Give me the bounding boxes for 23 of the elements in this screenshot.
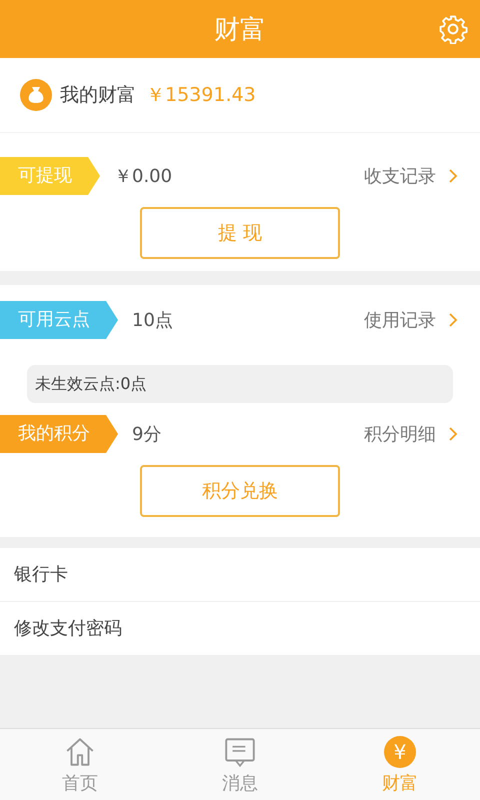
balance-value: 10点 — [132, 309, 174, 332]
record-link[interactable]: 收支记录 — [364, 164, 436, 188]
category-tag: 可用云点 — [0, 301, 118, 339]
settings-icon[interactable] — [438, 14, 468, 44]
chevron-right-icon — [448, 426, 458, 442]
record-link[interactable]: 积分明细 — [364, 422, 436, 446]
tab[interactable]: 首页 — [0, 729, 160, 800]
tab[interactable]: 消息 — [160, 729, 320, 800]
chevron-right-icon — [448, 312, 458, 328]
record-link[interactable]: 使用记录 — [364, 308, 436, 332]
menu-item[interactable]: 修改支付密码 — [0, 602, 480, 656]
balance-value: 9分 — [132, 423, 162, 446]
balance-value: ￥0.00 — [114, 165, 174, 188]
category-tag: 可提现 — [0, 157, 100, 195]
category-tag: 我的积分 — [0, 415, 118, 453]
yuan-icon: ¥ — [384, 736, 416, 768]
wealth-label: 我的财富 — [60, 83, 136, 108]
money-bag-icon — [20, 79, 52, 111]
chevron-right-icon — [448, 168, 458, 184]
page-title: 财富 — [214, 14, 266, 46]
menu-item[interactable]: 银行卡 — [0, 548, 480, 602]
pending-points-note: 未生效云点:0点 — [27, 365, 453, 403]
wealth-amount: ￥15391.43 — [146, 83, 256, 108]
